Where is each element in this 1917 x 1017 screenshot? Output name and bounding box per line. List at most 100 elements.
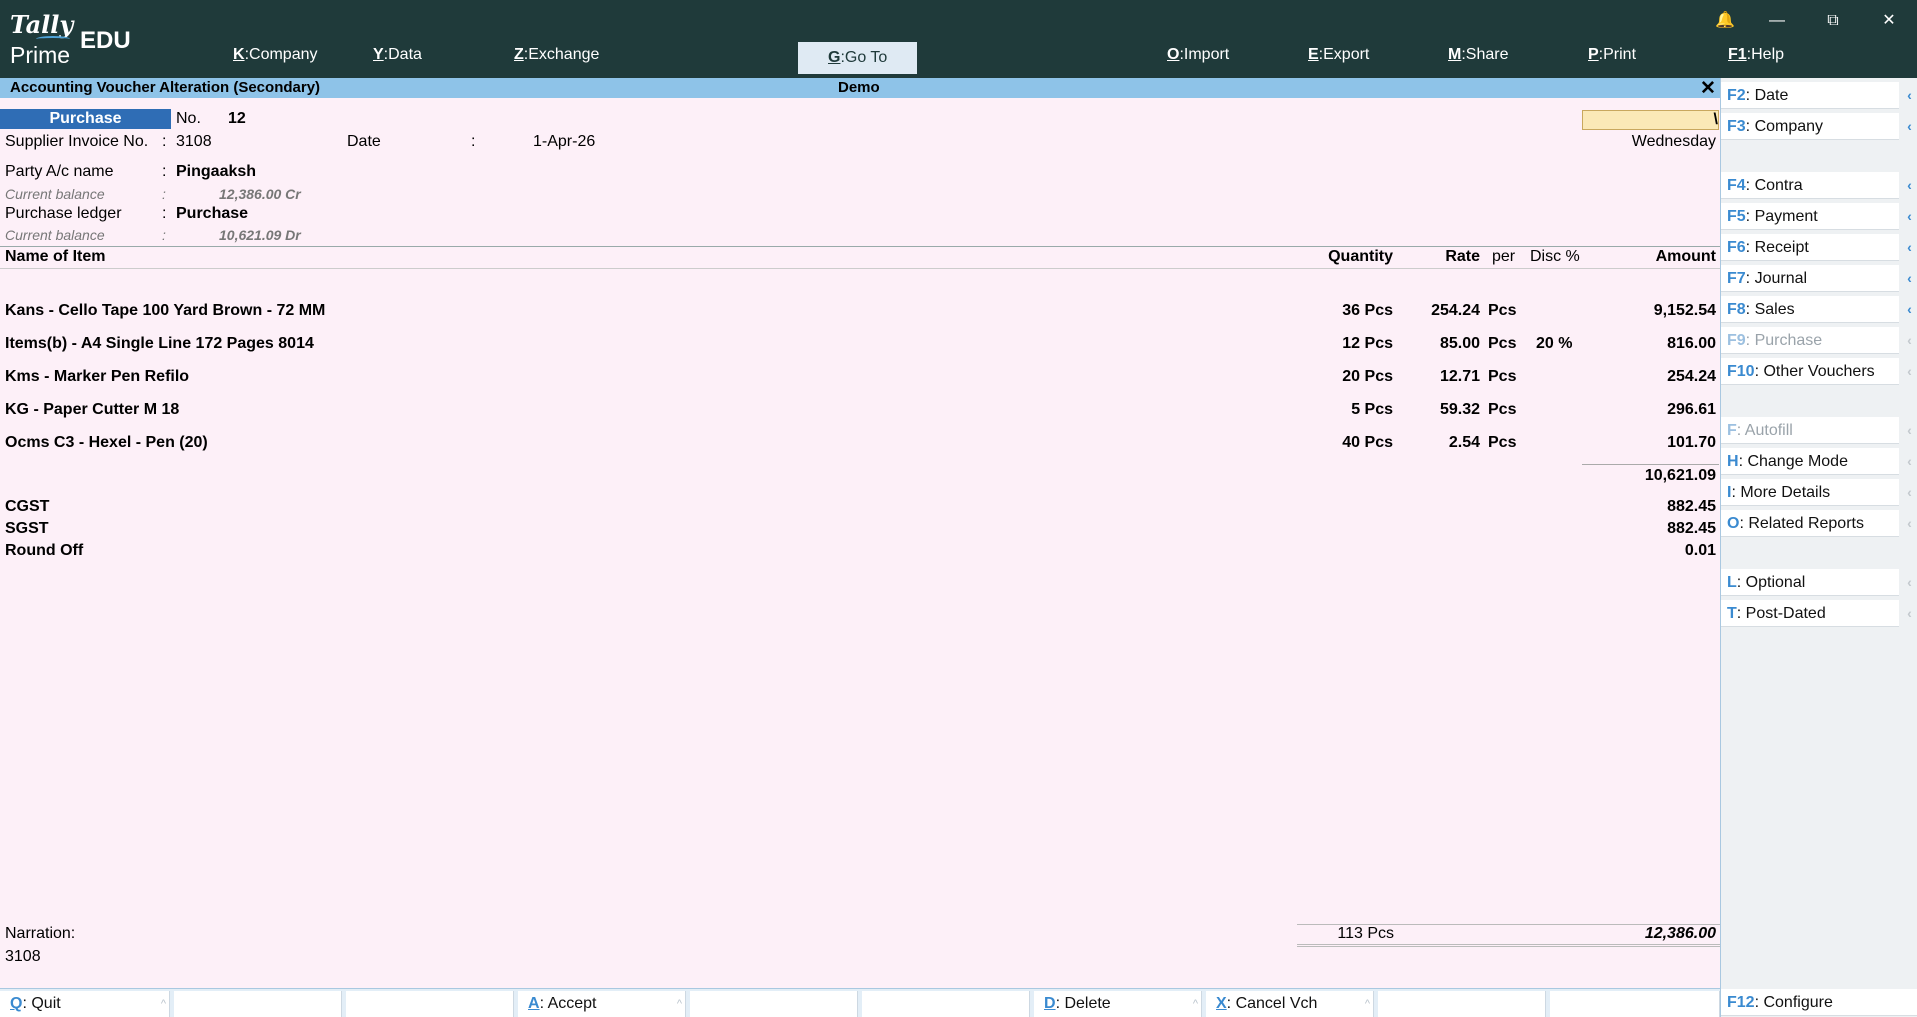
divider	[0, 268, 1720, 269]
empty-button[interactable]	[690, 991, 858, 1017]
company-name: Demo	[838, 79, 880, 96]
voucher-date-input[interactable]: \	[1582, 110, 1719, 130]
menu-share[interactable]: M:Share	[1448, 46, 1508, 70]
menu-export[interactable]: E:Export	[1308, 46, 1369, 70]
chevron-up-icon: ^	[160, 998, 166, 1010]
menu-goto[interactable]: G:Go To	[798, 42, 918, 74]
related-reports-button[interactable]: O: Related Reports	[1721, 510, 1899, 537]
company-button[interactable]: F3: Company	[1721, 113, 1899, 140]
narration-field[interactable]: 3108	[5, 948, 41, 966]
chevron-left-icon[interactable]: ‹	[1901, 569, 1917, 596]
configure-button[interactable]: F12: Configure	[1721, 989, 1917, 1016]
supplier-invoice-label: Supplier Invoice No.	[5, 133, 149, 150]
screen-title: Accounting Voucher Alteration (Secondary…	[10, 79, 321, 96]
close-window-icon[interactable]: ✕	[1874, 8, 1904, 34]
menu-data[interactable]: Y:Data	[373, 46, 422, 70]
contra-button[interactable]: F4: Contra	[1721, 172, 1899, 199]
other-vouchers-button[interactable]: F10: Other Vouchers	[1721, 358, 1899, 385]
supplier-invoice-field[interactable]: 3108	[176, 133, 212, 151]
invoice-date-field[interactable]: 1-Apr-26	[533, 133, 595, 151]
col-header-quantity: Quantity	[1328, 248, 1393, 265]
item-rate: 254.24	[1431, 302, 1480, 319]
autofill-button[interactable]: F: Autofill	[1721, 417, 1899, 444]
item-per: Pcs	[1488, 434, 1517, 451]
delete-button[interactable]: D: Delete ^	[1034, 991, 1202, 1017]
party-label: Party A/c name	[5, 163, 114, 180]
voucher-type-badge: Purchase	[0, 109, 171, 129]
chevron-up-icon: ^	[1192, 998, 1198, 1010]
item-per: Pcs	[1488, 401, 1517, 418]
receipt-button[interactable]: F6: Receipt	[1721, 234, 1899, 261]
purchase-ledger-field[interactable]: Purchase	[176, 205, 248, 223]
colon: :	[162, 163, 167, 180]
optional-button[interactable]: L: Optional	[1721, 569, 1899, 596]
item-rate: 59.32	[1439, 401, 1480, 418]
divider	[0, 246, 1720, 247]
item-name: KG - Paper Cutter M 18	[5, 401, 180, 418]
item-name: Kms - Marker Pen Refilo	[5, 368, 190, 385]
empty-button[interactable]	[174, 991, 342, 1017]
chevron-left-icon[interactable]: ‹	[1901, 203, 1917, 230]
item-per: Pcs	[1488, 368, 1517, 385]
item-name: Kans - Cello Tape 100 Yard Brown - 72 MM	[5, 302, 326, 319]
party-field[interactable]: Pingaaksh	[176, 163, 256, 181]
chevron-left-icon[interactable]: ‹	[1901, 358, 1917, 385]
item-name: Ocms C3 - Hexel - Pen (20)	[5, 434, 208, 451]
close-icon[interactable]: ✕	[1700, 77, 1716, 100]
more-details-button[interactable]: I: More Details	[1721, 479, 1899, 506]
chevron-left-icon[interactable]: ‹	[1901, 600, 1917, 627]
minimize-icon[interactable]: —	[1762, 8, 1792, 34]
chevron-left-icon[interactable]: ‹	[1901, 265, 1917, 292]
empty-button[interactable]	[1378, 991, 1546, 1017]
item-amount: 816.00	[1667, 335, 1716, 352]
change-mode-button[interactable]: H: Change Mode	[1721, 448, 1899, 475]
col-header-name: Name of Item	[5, 248, 106, 265]
purchase-button[interactable]: F9: Purchase	[1721, 327, 1899, 354]
chevron-up-icon: ^	[1364, 998, 1370, 1010]
chevron-left-icon[interactable]: ‹	[1901, 448, 1917, 475]
sales-button[interactable]: F8: Sales	[1721, 296, 1899, 323]
right-button-panel: F2: Date ‹ F3: Company ‹ F4: Contra ‹ F5…	[1720, 78, 1917, 1017]
chevron-left-icon[interactable]: ‹	[1901, 234, 1917, 261]
item-per: Pcs	[1488, 335, 1517, 352]
narration-label: Narration:	[5, 925, 76, 942]
item-rate: 2.54	[1448, 434, 1480, 451]
logo-edu: EDU	[80, 27, 131, 54]
quit-button[interactable]: Q: Quit ^	[0, 991, 170, 1017]
subtotal-divider	[1582, 464, 1719, 465]
chevron-left-icon[interactable]: ‹	[1901, 327, 1917, 354]
menu-import[interactable]: O:Import	[1167, 46, 1229, 70]
date-button[interactable]: F2: Date	[1721, 82, 1899, 109]
empty-button[interactable]	[1550, 991, 1720, 1017]
bell-icon[interactable]: 🔔	[1710, 8, 1740, 34]
tax-amount: 0.01	[1684, 542, 1716, 559]
empty-button[interactable]	[346, 991, 514, 1017]
chevron-left-icon[interactable]: ‹	[1901, 113, 1917, 140]
bottom-button-bar: Q: Quit ^ A: Accept ^ D: Delete ^ X: Cancel…	[0, 988, 1720, 1017]
purchase-ledger-label: Purchase ledger	[5, 205, 122, 222]
total-amount: 12,386.00	[1644, 925, 1716, 942]
chevron-left-icon[interactable]: ‹	[1901, 296, 1917, 323]
total-bottom-divider	[1297, 944, 1720, 947]
menu-exchange[interactable]: Z:Exchange	[514, 46, 599, 70]
item-amount: 254.24	[1667, 368, 1716, 385]
cancel-voucher-button[interactable]: X: Cancel Vch ^	[1206, 991, 1374, 1017]
post-dated-button[interactable]: T: Post-Dated	[1721, 600, 1899, 627]
colon: :	[162, 227, 166, 243]
chevron-left-icon[interactable]: ‹	[1901, 417, 1917, 444]
chevron-left-icon[interactable]: ‹	[1901, 82, 1917, 109]
colon: :	[471, 133, 476, 150]
restore-icon[interactable]: ⧉	[1818, 8, 1848, 34]
voucher-no-value[interactable]: 12	[228, 110, 246, 128]
menu-print[interactable]: P:Print	[1588, 46, 1636, 70]
accept-button[interactable]: A: Accept ^	[518, 991, 686, 1017]
journal-button[interactable]: F7: Journal	[1721, 265, 1899, 292]
payment-button[interactable]: F5: Payment	[1721, 203, 1899, 230]
chevron-left-icon[interactable]: ‹	[1901, 510, 1917, 537]
menu-help[interactable]: F1:Help	[1728, 46, 1784, 70]
chevron-left-icon[interactable]: ‹	[1901, 172, 1917, 199]
chevron-left-icon[interactable]: ‹	[1901, 479, 1917, 506]
menu-company[interactable]: K:Company	[233, 46, 318, 70]
tax-amount: 882.45	[1667, 520, 1716, 537]
empty-button[interactable]	[862, 991, 1030, 1017]
